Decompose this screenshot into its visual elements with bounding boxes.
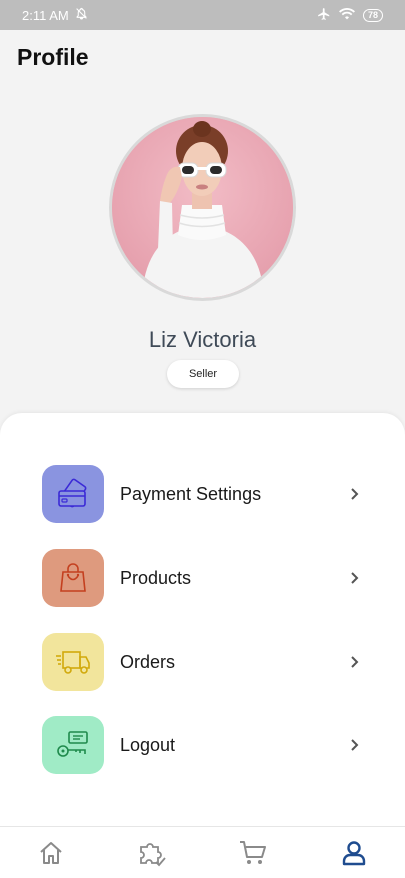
menu-item-orders[interactable]: Orders bbox=[42, 633, 362, 691]
menu-item-label: Products bbox=[120, 567, 192, 588]
menu-item-label: Orders bbox=[120, 651, 176, 672]
cart-icon bbox=[240, 840, 267, 864]
wifi-icon bbox=[338, 7, 355, 24]
puzzle-icon bbox=[139, 842, 166, 866]
shopping-bag-icon bbox=[42, 549, 104, 607]
home-icon bbox=[39, 841, 62, 864]
chevron-right-icon bbox=[351, 656, 359, 668]
profile-name: Liz Victoria bbox=[148, 327, 257, 352]
menu-card: Payment Settings Products Orders Logout bbox=[0, 413, 405, 828]
nav-cart[interactable] bbox=[223, 833, 283, 873]
menu-item-logout[interactable]: Logout bbox=[42, 716, 362, 774]
menu-item-label: Logout bbox=[120, 734, 176, 755]
bottom-nav bbox=[0, 826, 405, 878]
user-icon bbox=[343, 840, 366, 865]
chevron-right-icon bbox=[351, 572, 359, 584]
payment-card-icon bbox=[42, 465, 104, 523]
profile-photo bbox=[112, 117, 293, 298]
menu-item-label: Payment Settings bbox=[120, 483, 262, 504]
page-title: Profile bbox=[17, 44, 89, 70]
nav-profile[interactable] bbox=[324, 833, 384, 873]
nav-home[interactable] bbox=[21, 833, 81, 873]
profile-avatar[interactable] bbox=[109, 114, 296, 301]
chevron-right-icon bbox=[351, 739, 359, 751]
chevron-right-icon bbox=[351, 488, 359, 500]
battery-icon: 78 bbox=[362, 8, 383, 22]
status-bar: 2:11 AM 78 bbox=[0, 0, 405, 30]
menu-item-payment-settings[interactable]: Payment Settings bbox=[42, 465, 362, 523]
battery-level: 78 bbox=[367, 9, 378, 20]
key-icon bbox=[42, 716, 104, 774]
status-time: 2:11 AM bbox=[22, 7, 69, 23]
role-badge: Seller bbox=[167, 360, 239, 388]
nav-puzzle[interactable] bbox=[122, 833, 182, 873]
airplane-mode-icon bbox=[317, 7, 331, 24]
delivery-truck-icon bbox=[42, 633, 104, 691]
notifications-off-icon bbox=[75, 7, 88, 23]
menu-item-products[interactable]: Products bbox=[42, 549, 362, 607]
